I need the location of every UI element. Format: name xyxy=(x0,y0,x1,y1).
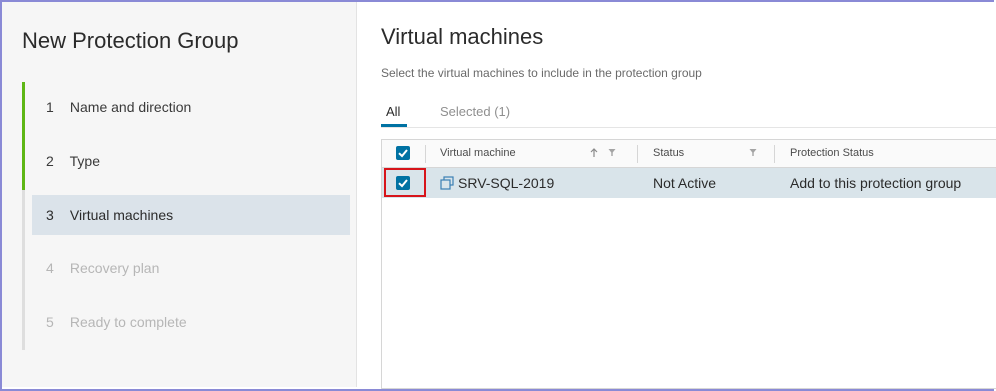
datagrid-header: Virtual machine Status Protection Status xyxy=(382,140,996,168)
column-header-virtual-machine[interactable]: Virtual machine xyxy=(440,147,516,159)
column-separator xyxy=(774,145,775,163)
wizard-title: New Protection Group xyxy=(22,28,239,53)
step-label: Ready to complete xyxy=(69,314,187,330)
tab-selected[interactable]: Selected (1) xyxy=(440,104,510,119)
sort-ascending-icon[interactable] xyxy=(590,148,598,158)
tabs-divider xyxy=(381,127,996,128)
filter-icon[interactable] xyxy=(608,148,616,157)
column-header-protection-status[interactable]: Protection Status xyxy=(790,147,874,159)
vm-protection-status: Add to this protection group xyxy=(790,175,962,191)
step-label: Virtual machines xyxy=(69,207,174,223)
checkmark-icon xyxy=(398,149,408,158)
step-label: Recovery plan xyxy=(69,260,160,276)
step-number: 2 xyxy=(46,153,54,169)
tab-all[interactable]: All xyxy=(386,104,400,119)
table-row[interactable]: SRV-SQL-2019 Not Active Add to this prot… xyxy=(382,168,996,198)
vm-name[interactable]: SRV-SQL-2019 xyxy=(458,175,554,191)
page-title: Virtual machines xyxy=(381,24,544,49)
wizard-step-type[interactable]: 2 Type xyxy=(32,141,350,181)
vm-datagrid: Virtual machine Status Protection Status… xyxy=(381,139,996,389)
step-label: Type xyxy=(69,153,100,169)
column-header-status[interactable]: Status xyxy=(653,147,684,159)
step-number: 1 xyxy=(46,99,54,115)
steps-progress-fill xyxy=(22,82,25,190)
wizard-step-virtual-machines[interactable]: 3 Virtual machines xyxy=(32,195,350,235)
vm-icon xyxy=(440,176,454,190)
page-description: Select the virtual machines to include i… xyxy=(381,66,702,80)
column-separator xyxy=(637,145,638,163)
step-label: Name and direction xyxy=(69,99,192,115)
wizard-sidebar: New Protection Group 1 Name and directio… xyxy=(2,2,357,387)
wizard-step-ready-to-complete: 5 Ready to complete xyxy=(32,302,350,342)
step-number: 3 xyxy=(46,207,54,223)
step-number: 5 xyxy=(46,314,54,330)
wizard-step-recovery-plan: 4 Recovery plan xyxy=(32,248,350,288)
select-all-checkbox[interactable] xyxy=(396,146,410,160)
vm-status: Not Active xyxy=(653,175,717,191)
annotation-highlight-box xyxy=(384,168,426,197)
step-number: 4 xyxy=(46,260,54,276)
column-separator xyxy=(425,145,426,163)
filter-icon[interactable] xyxy=(749,148,757,157)
wizard-step-name-and-direction[interactable]: 1 Name and direction xyxy=(32,87,350,127)
